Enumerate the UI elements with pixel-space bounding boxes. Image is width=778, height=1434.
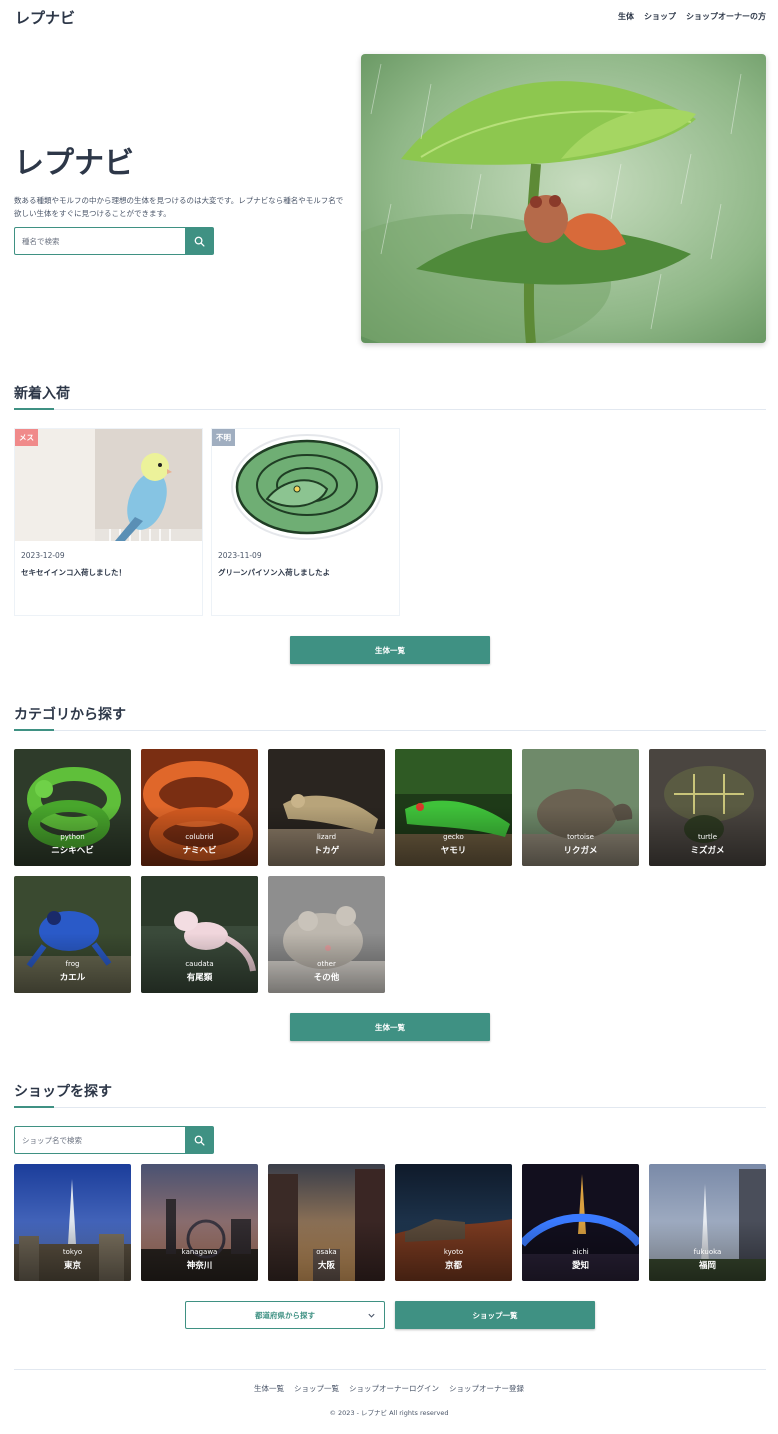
- gender-badge: 不明: [212, 429, 235, 446]
- footer-divider: [14, 1369, 766, 1370]
- category-ja-label: ニシキヘビ: [51, 846, 94, 856]
- news-card[interactable]: 不明 2023-11-09 グリーンパイソン入荷しましたよ: [211, 428, 400, 616]
- shop-section-title: ショップを探す: [14, 1084, 112, 1100]
- nav-item-creatures[interactable]: 生体: [618, 11, 634, 22]
- category-en-label: frog: [65, 960, 80, 968]
- species-search-button[interactable]: [185, 228, 213, 254]
- area-en-label: aichi: [572, 1248, 589, 1256]
- nav-item-shop-owners[interactable]: ショップオーナーの方: [686, 11, 766, 22]
- area-tile-tokyo[interactable]: tokyo 東京: [14, 1164, 131, 1281]
- search-icon: [194, 1135, 205, 1146]
- shop-search-button[interactable]: [185, 1127, 213, 1153]
- category-tile-other[interactable]: other その他: [268, 876, 385, 993]
- news-card-thumbnail: メス: [15, 429, 202, 541]
- news-card-date: 2023-12-09: [21, 551, 65, 560]
- footer-link-shops[interactable]: ショップ一覧: [294, 1383, 339, 1394]
- news-card[interactable]: メス 2023-12-09 セキセイインコ入荷しました！: [14, 428, 203, 616]
- species-search-form: [14, 227, 214, 255]
- category-tile-lizard[interactable]: lizard トカゲ: [268, 749, 385, 866]
- prefecture-select[interactable]: 都道府県から探す: [185, 1301, 385, 1329]
- news-card-title: セキセイインコ入荷しました！: [21, 568, 126, 577]
- news-section-divider: [14, 408, 766, 410]
- area-en-label: osaka: [316, 1248, 337, 1256]
- area-tile-kanagawa[interactable]: kanagawa 神奈川: [141, 1164, 258, 1281]
- shop-search-form: [14, 1126, 214, 1154]
- area-en-label: fukuoka: [693, 1248, 722, 1256]
- category-en-label: gecko: [443, 833, 464, 841]
- area-en-label: kanagawa: [181, 1248, 218, 1256]
- category-ja-label: その他: [313, 973, 340, 983]
- area-ja-label: 東京: [63, 1261, 81, 1271]
- footer-link-creatures[interactable]: 生体一覧: [254, 1383, 284, 1394]
- category-en-label: colubrid: [185, 833, 214, 841]
- category-en-label: tortoise: [567, 833, 594, 841]
- site-logo[interactable]: レプナビ: [15, 7, 75, 28]
- category-tile-gecko[interactable]: gecko ヤモリ: [395, 749, 512, 866]
- category-en-label: other: [317, 960, 336, 968]
- nav-item-shops[interactable]: ショップ: [644, 11, 676, 22]
- area-en-label: kyoto: [443, 1248, 464, 1256]
- hero-title: レプナビ: [14, 146, 134, 181]
- footer-nav: 生体一覧 ショップ一覧 ショップオーナーログイン ショップオーナー登録: [0, 1383, 778, 1394]
- category-section-title: カテゴリから探す: [14, 707, 126, 723]
- area-ja-label: 福岡: [698, 1261, 716, 1271]
- shop-section-divider: [14, 1106, 766, 1108]
- area-tile-kyoto[interactable]: kyoto 京都: [395, 1164, 512, 1281]
- chevron-down-icon: [368, 1313, 375, 1318]
- category-ja-label: ヤモリ: [440, 846, 467, 856]
- category-ja-label: トカゲ: [313, 846, 340, 856]
- hero-image: [361, 54, 766, 343]
- category-ja-label: リクガメ: [563, 846, 598, 856]
- news-card-date: 2023-11-09: [218, 551, 262, 560]
- category-en-label: python: [60, 833, 85, 841]
- footer-link-owner-login[interactable]: ショップオーナーログイン: [349, 1383, 439, 1394]
- category-tile-colubrid[interactable]: colubrid ナミヘビ: [141, 749, 258, 866]
- category-tile-frog[interactable]: frog カエル: [14, 876, 131, 993]
- hero-description: 数ある種類やモルフの中から理想の生体を見つけるのは大変です。レプナビなら種名やモ…: [14, 196, 344, 218]
- news-card-title: グリーンパイソン入荷しましたよ: [218, 568, 331, 577]
- area-ja-label: 神奈川: [186, 1261, 213, 1271]
- area-tile-osaka[interactable]: osaka 大阪: [268, 1164, 385, 1281]
- area-tile-fukuoka[interactable]: fukuoka 福岡: [649, 1164, 766, 1281]
- area-ja-label: 京都: [444, 1261, 462, 1271]
- category-en-label: lizard: [316, 833, 337, 841]
- species-search-input[interactable]: [15, 228, 185, 254]
- footer-link-owner-register[interactable]: ショップオーナー登録: [449, 1383, 524, 1394]
- main-nav: 生体 ショップ ショップオーナーの方: [618, 11, 766, 22]
- category-tile-tortoise[interactable]: tortoise リクガメ: [522, 749, 639, 866]
- category-ja-label: ナミヘビ: [182, 846, 217, 856]
- area-en-label: tokyo: [62, 1248, 83, 1256]
- category-en-label: turtle: [697, 833, 718, 841]
- category-en-label: caudata: [185, 960, 214, 968]
- copyright: © 2023 - レプナビ All rights reserved: [329, 1409, 449, 1417]
- gender-badge: メス: [15, 429, 38, 446]
- shop-search-input[interactable]: [15, 1127, 185, 1153]
- creature-list-button[interactable]: 生体一覧: [290, 1013, 490, 1041]
- category-ja-label: ミズガメ: [690, 846, 725, 856]
- category-ja-label: カエル: [59, 973, 86, 983]
- category-tile-python[interactable]: python ニシキヘビ: [14, 749, 131, 866]
- category-ja-label: 有尾類: [186, 973, 213, 983]
- category-tile-turtle[interactable]: turtle ミズガメ: [649, 749, 766, 866]
- area-ja-label: 愛知: [571, 1261, 589, 1271]
- news-section-title: 新着入荷: [14, 386, 70, 402]
- category-section-divider: [14, 729, 766, 731]
- creature-list-button[interactable]: 生体一覧: [290, 636, 490, 664]
- area-ja-label: 大阪: [317, 1261, 335, 1271]
- shop-list-button[interactable]: ショップ一覧: [395, 1301, 595, 1329]
- site-header: レプナビ 生体 ショップ ショップオーナーの方: [0, 0, 778, 36]
- area-tile-aichi[interactable]: aichi 愛知: [522, 1164, 639, 1281]
- search-icon: [194, 236, 205, 247]
- news-card-thumbnail: 不明: [212, 429, 399, 541]
- category-tile-caudata[interactable]: caudata 有尾類: [141, 876, 258, 993]
- prefecture-select-label: 都道府県から探す: [255, 1310, 315, 1320]
